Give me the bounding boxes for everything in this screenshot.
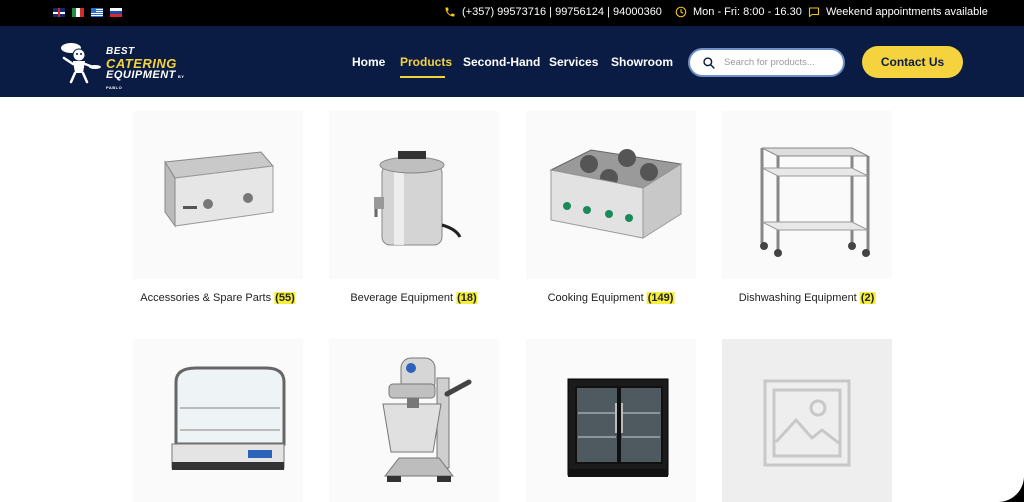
- nav-services[interactable]: Services: [549, 55, 598, 69]
- category-image[interactable]: [722, 111, 892, 279]
- english-flag-icon[interactable]: [53, 8, 65, 17]
- category-name: Cooking Equipment: [547, 292, 644, 304]
- category-name: Accessories & Spare Parts: [140, 292, 272, 304]
- category-image[interactable]: [526, 111, 696, 279]
- category-label[interactable]: Dishwashing Equipment (2): [739, 292, 876, 304]
- hours-text: Mon - Fri: 8:00 - 16.30: [693, 6, 802, 18]
- category-count: (55): [274, 292, 296, 304]
- category-label[interactable]: Beverage Equipment (18): [350, 292, 478, 304]
- weekend-info: Weekend appointments available: [808, 6, 988, 18]
- top-info-bar: (+357) 99573716 | 99756124 | 94000360 Mo…: [0, 0, 1024, 26]
- category-card-placeholder[interactable]: [722, 339, 892, 502]
- category-image[interactable]: [722, 339, 892, 502]
- category-card-beverage[interactable]: Beverage Equipment (18): [329, 111, 499, 304]
- planetary-mixer-image: [382, 357, 472, 482]
- bottle-cooler-image: [567, 378, 669, 477]
- category-card-cooking[interactable]: Cooking Equipment (149): [526, 111, 696, 304]
- display-fridge-image: [171, 366, 286, 470]
- category-count: (2): [859, 292, 876, 304]
- russian-flag-icon[interactable]: [110, 8, 122, 17]
- category-count: (18): [456, 292, 478, 304]
- clock-icon: [675, 6, 687, 18]
- trolley-image: [760, 147, 870, 257]
- category-card-food-preparation[interactable]: [329, 339, 499, 502]
- main-header: BEST CATERING EQUIPMENT BY PABLO Home Pro…: [0, 26, 1024, 97]
- logo-wordmark: BEST CATERING EQUIPMENT BY PABLO: [106, 47, 195, 92]
- language-switcher: [53, 8, 122, 17]
- griddle-image: [164, 151, 274, 228]
- water-boiler-image: [374, 151, 462, 246]
- phone-icon: [445, 7, 455, 17]
- category-name: Beverage Equipment: [350, 292, 454, 304]
- image-placeholder-icon: [763, 379, 851, 467]
- gas-stove-image: [549, 149, 683, 239]
- category-name: Dishwashing Equipment: [738, 292, 857, 304]
- italian-flag-icon[interactable]: [72, 8, 84, 17]
- category-image[interactable]: [526, 339, 696, 502]
- nav-showroom[interactable]: Showroom: [611, 55, 673, 69]
- category-card-bar-equipment[interactable]: [526, 339, 696, 502]
- category-card-refrigeration[interactable]: [133, 339, 303, 502]
- site-logo[interactable]: BEST CATERING EQUIPMENT BY PABLO: [55, 37, 195, 90]
- nav-second-hand[interactable]: Second-Hand: [463, 55, 540, 69]
- weekend-text: Weekend appointments available: [826, 6, 988, 18]
- nav-home[interactable]: Home: [352, 55, 385, 69]
- category-label[interactable]: Accessories & Spare Parts (55): [140, 292, 296, 304]
- contact-us-button[interactable]: Contact Us: [862, 46, 963, 78]
- chat-icon: [808, 7, 820, 18]
- phone-info: (+357) 99573716 | 99756124 | 94000360: [444, 6, 662, 18]
- active-nav-indicator: [400, 76, 445, 78]
- greek-flag-icon[interactable]: [91, 8, 103, 17]
- category-grid: Accessories & Spare Parts (55) Beverage …: [0, 97, 1024, 502]
- search-input[interactable]: [724, 57, 834, 68]
- category-card-dishwashing[interactable]: Dishwashing Equipment (2): [722, 111, 892, 304]
- category-image[interactable]: [133, 111, 303, 279]
- category-card-accessories[interactable]: Accessories & Spare Parts (55): [133, 111, 303, 304]
- logo-equipment-word: EQUIPMENT: [106, 69, 176, 81]
- search-icon[interactable]: [702, 56, 716, 70]
- search-box: [688, 48, 845, 77]
- opening-hours: Mon - Fri: 8:00 - 16.30: [675, 6, 802, 18]
- category-image[interactable]: [329, 339, 499, 502]
- category-count: (149): [646, 292, 675, 304]
- category-image[interactable]: [133, 339, 303, 502]
- phone-numbers[interactable]: (+357) 99573716 | 99756124 | 94000360: [462, 6, 662, 18]
- logo-equipment: EQUIPMENT BY PABLO: [106, 70, 195, 92]
- nav-products[interactable]: Products: [400, 55, 452, 69]
- category-label[interactable]: Cooking Equipment (149): [548, 292, 675, 304]
- category-image[interactable]: [329, 111, 499, 279]
- chef-mascot-icon: [61, 43, 101, 84]
